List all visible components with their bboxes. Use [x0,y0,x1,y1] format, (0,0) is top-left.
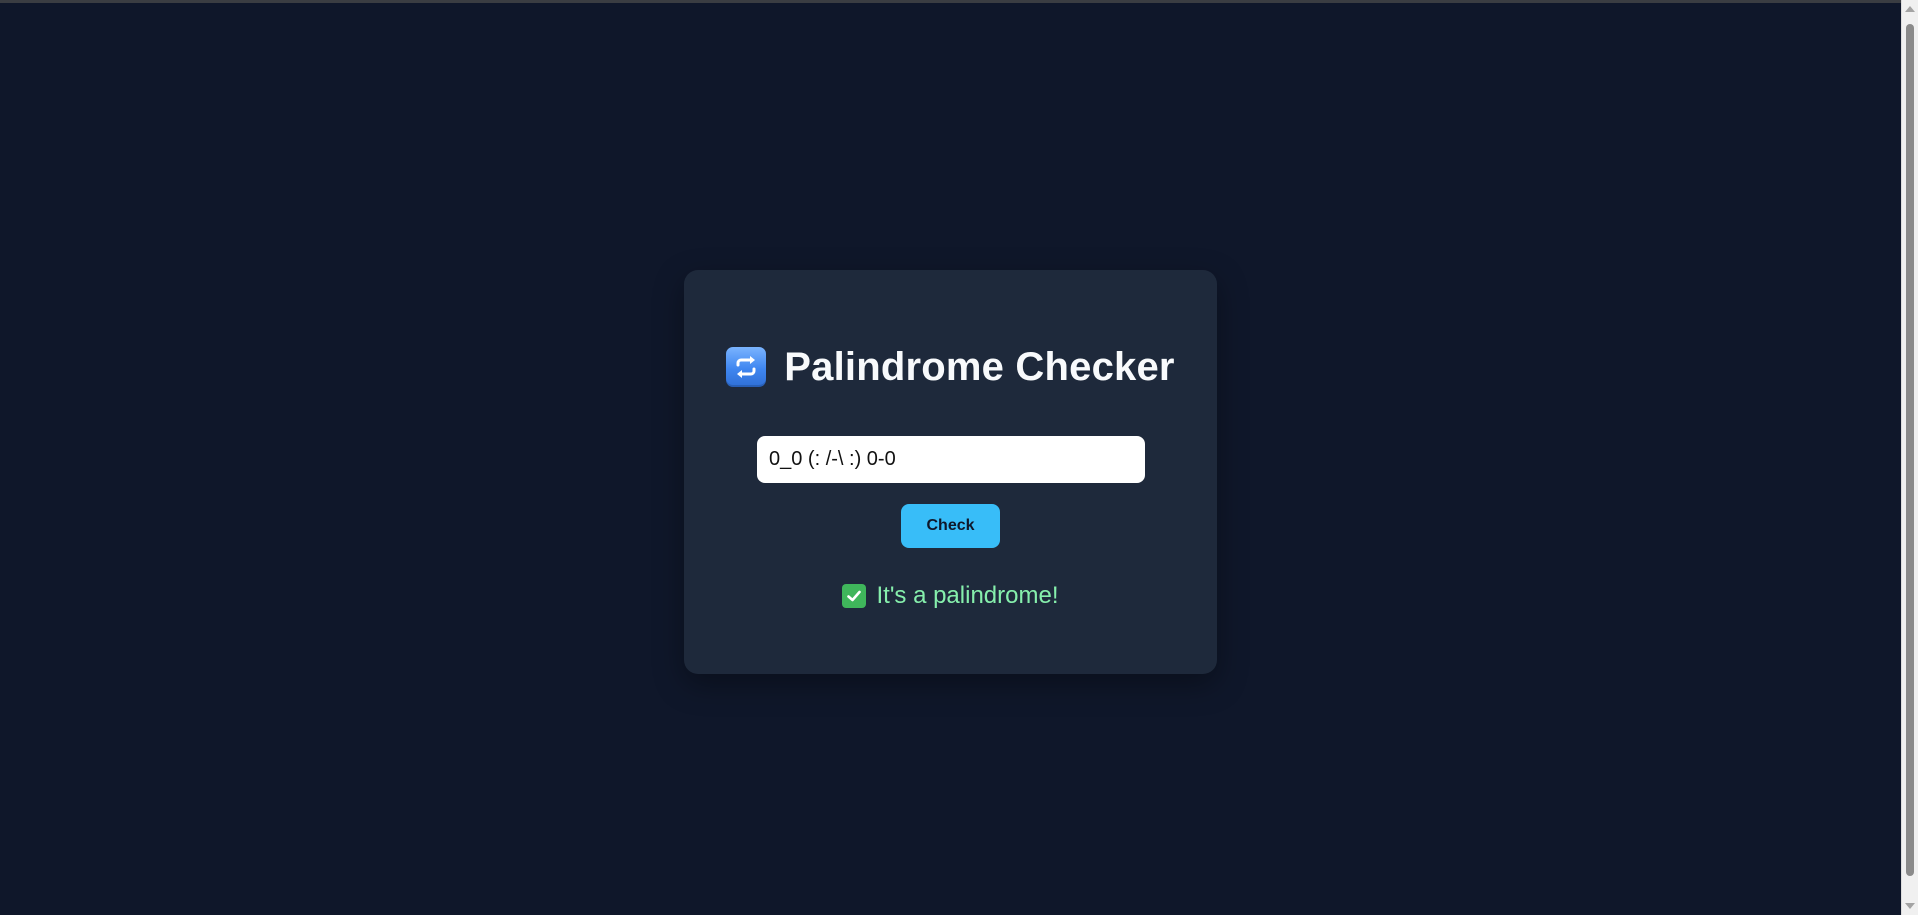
scroll-up-arrow-icon[interactable] [1905,6,1915,12]
scroll-down-arrow-icon[interactable] [1905,903,1915,909]
check-button[interactable]: Check [901,504,1000,548]
title-row: Palindrome Checker [684,344,1217,390]
palindrome-card: Palindrome Checker Check It's a palindro… [684,270,1217,674]
page-viewport: Palindrome Checker Check It's a palindro… [0,0,1901,915]
repeat-arrows-icon [726,347,767,387]
result-text: It's a palindrome! [876,582,1059,609]
result-message: It's a palindrome! [684,581,1217,611]
palindrome-input[interactable] [757,436,1145,483]
vertical-scrollbar[interactable] [1901,0,1918,915]
scrollbar-thumb[interactable] [1906,24,1914,876]
check-mark-button-icon [842,584,867,608]
page-title: Palindrome Checker [784,344,1175,389]
